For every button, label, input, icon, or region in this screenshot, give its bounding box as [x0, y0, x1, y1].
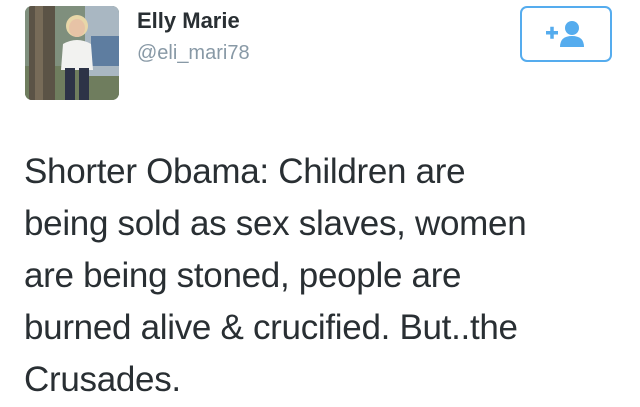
- user-handle[interactable]: @eli_mari78: [137, 42, 250, 65]
- tweet-card: Elly Marie @eli_mari78 Shorter Obama: Ch…: [0, 0, 640, 407]
- avatar[interactable]: [25, 6, 119, 100]
- tweet-text-line: Shorter Obama: Children are: [24, 152, 466, 191]
- tweet-text-line: burned alive & crucified. But..the: [24, 308, 518, 347]
- follow-button[interactable]: [520, 6, 612, 62]
- add-user-icon: [544, 19, 588, 49]
- profile-photo-icon: [25, 6, 119, 100]
- tweet-text-line: Crusades.: [24, 360, 181, 399]
- tweet-text-line: being sold as sex slaves, women: [24, 204, 527, 243]
- display-name[interactable]: Elly Marie: [137, 8, 240, 34]
- tweet-text: Shorter Obama: Children are being sold a…: [24, 146, 624, 406]
- tweet-text-line: are being stoned, people are: [24, 256, 462, 295]
